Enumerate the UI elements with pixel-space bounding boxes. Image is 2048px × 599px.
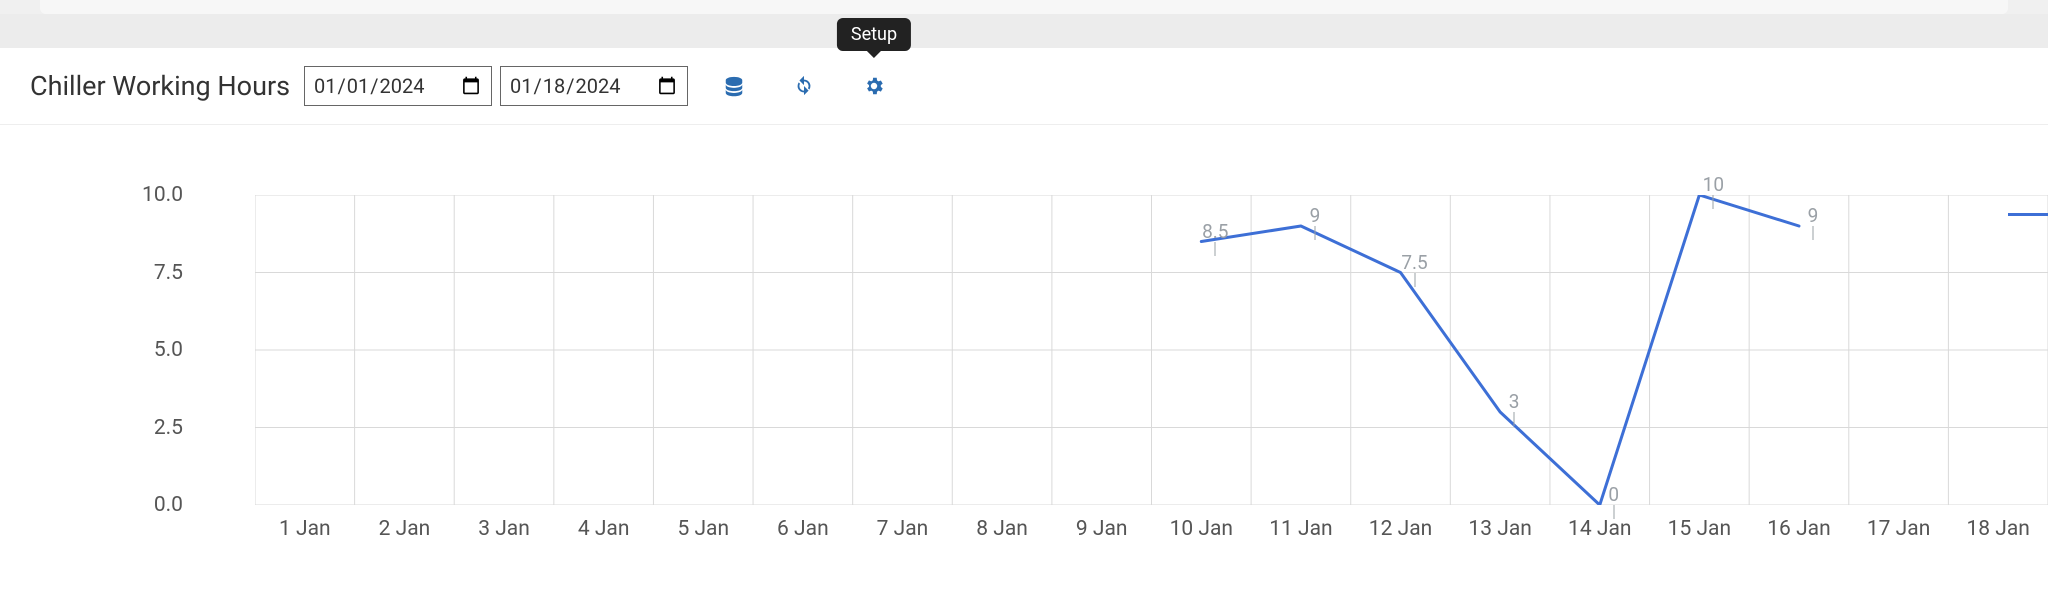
point-label: 10: [1703, 173, 1724, 196]
y-tick-label: 7.5: [154, 261, 183, 285]
gear-icon[interactable]: [854, 66, 894, 106]
x-tick-label: 10 Jan: [1170, 517, 1233, 541]
page-title: Chiller Working Hours: [30, 70, 290, 102]
line-chart: 8.597.530109: [255, 195, 2048, 505]
point-tick: [1812, 226, 1813, 240]
x-tick-label: 12 Jan: [1369, 517, 1432, 541]
database-icon[interactable]: [714, 66, 754, 106]
x-tick-label: 6 Jan: [777, 517, 829, 541]
refresh-icon[interactable]: [784, 66, 824, 106]
y-tick-label: 10.0: [142, 183, 183, 207]
point-tick: [1514, 412, 1515, 426]
x-tick-label: 4 Jan: [578, 517, 630, 541]
x-tick-label: 14 Jan: [1568, 517, 1631, 541]
point-tick: [1414, 273, 1415, 287]
x-tick-label: 7 Jan: [877, 517, 929, 541]
y-tick-label: 5.0: [154, 338, 183, 362]
point-tick: [1713, 195, 1714, 209]
x-tick-label: 16 Jan: [1767, 517, 1830, 541]
toolbar: Chiller Working Hours Setup: [0, 66, 2048, 124]
setup-tooltip: Setup: [837, 18, 911, 51]
point-tick: [1314, 226, 1315, 240]
x-tick-label: 18 Jan: [1966, 517, 2029, 541]
x-tick-label: 15 Jan: [1668, 517, 1731, 541]
y-tick-label: 2.5: [154, 416, 183, 440]
x-tick-label: 17 Jan: [1867, 517, 1930, 541]
x-tick-label: 11 Jan: [1269, 517, 1332, 541]
point-tick: [1215, 242, 1216, 256]
x-tick-label: 2 Jan: [379, 517, 431, 541]
chart-area: 0.02.55.07.510.0 8.597.530109 1 Jan2 Jan…: [0, 125, 2048, 505]
legend-line: [2008, 213, 2048, 216]
date-from-input[interactable]: [304, 66, 492, 106]
x-tick-label: 13 Jan: [1468, 517, 1531, 541]
x-tick-label: 9 Jan: [1076, 517, 1128, 541]
x-tick-label: 3 Jan: [478, 517, 530, 541]
date-to-input[interactable]: [500, 66, 688, 106]
y-tick-label: 0.0: [154, 493, 183, 517]
chart-card: Chiller Working Hours Setup 0.0 2.5 5.0 7.5…: [0, 48, 2048, 599]
x-tick-label: 1 Jan: [279, 517, 331, 541]
x-tick-label: 5 Jan: [677, 517, 729, 541]
x-tick-label: 8 Jan: [976, 517, 1028, 541]
